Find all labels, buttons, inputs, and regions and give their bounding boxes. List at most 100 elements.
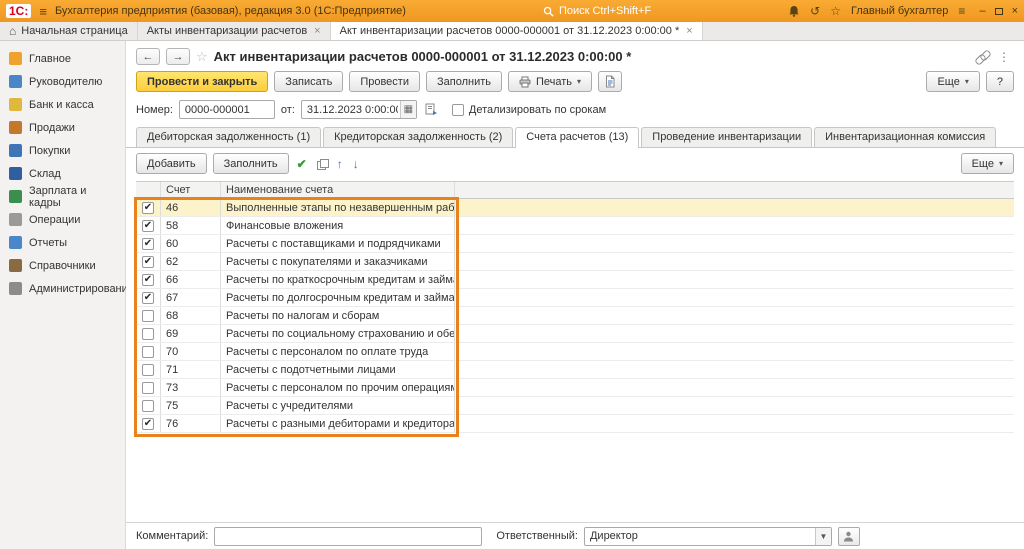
table-row[interactable]: 75 Расчеты с учредителями [136, 397, 1014, 415]
sidebar-item[interactable]: Отчеты [0, 231, 125, 254]
comment-input[interactable] [214, 527, 482, 546]
close-icon[interactable]: × [686, 25, 692, 37]
get-link-icon[interactable] [976, 51, 988, 63]
doc-tab[interactable]: Проведение инвентаризации [641, 127, 812, 147]
sidebar-item[interactable]: Покупки [0, 139, 125, 162]
more-button[interactable]: Еще ▾ [926, 71, 979, 92]
row-checkbox[interactable] [142, 382, 154, 394]
doc-tab[interactable]: Кредиторская задолженность (2) [323, 127, 513, 147]
tab-current-document[interactable]: Акт инвентаризации расчетов 0000-000001 … [331, 22, 703, 40]
sidebar-item[interactable]: Зарплата и кадры [0, 185, 125, 208]
close-icon[interactable]: × [1012, 5, 1018, 17]
favorites-star-icon[interactable]: ☆ [830, 5, 841, 17]
table-row[interactable]: 66 Расчеты по краткосрочным кредитам и з… [136, 271, 1014, 289]
row-checkbox[interactable] [142, 274, 154, 286]
row-checkbox[interactable] [142, 418, 154, 430]
global-search[interactable]: Поиск Ctrl+Shift+F [543, 5, 651, 17]
save-button[interactable]: Записать [274, 71, 343, 92]
table-row[interactable]: 58 Финансовые вложения [136, 217, 1014, 235]
row-checkbox[interactable] [142, 220, 154, 232]
row-checkbox[interactable] [142, 364, 154, 376]
uncheck-all-button[interactable] [315, 155, 329, 173]
sidebar-item[interactable]: Продажи [0, 116, 125, 139]
account-name: Расчеты по краткосрочным кредитам и займ… [221, 271, 455, 288]
related-documents-button[interactable] [423, 101, 440, 119]
number-input[interactable] [179, 100, 275, 119]
post-and-close-button[interactable]: Провести и закрыть [136, 71, 268, 92]
history-icon[interactable]: ↺ [810, 5, 820, 17]
row-checkbox[interactable] [142, 328, 154, 340]
check-all-icon: ✔ [297, 157, 307, 171]
sidebar-item[interactable]: Руководителю [0, 70, 125, 93]
doc-tab[interactable]: Дебиторская задолженность (1) [136, 127, 321, 147]
add-row-button[interactable]: Добавить [136, 153, 207, 174]
table-row[interactable]: 76 Расчеты с разными дебиторами и кредит… [136, 415, 1014, 433]
detailize-checkbox[interactable] [452, 104, 464, 116]
account-name: Выполненные этапы по незавершенным работ… [221, 199, 455, 216]
table-row[interactable]: 60 Расчеты с поставщиками и подрядчиками [136, 235, 1014, 253]
chevron-down-icon[interactable]: ▼ [815, 528, 831, 545]
operations-section-icon [9, 213, 22, 226]
tab-acts-list[interactable]: Акты инвентаризации расчетов × [138, 22, 331, 40]
row-checkbox[interactable] [142, 310, 154, 322]
home-section-icon [9, 52, 22, 65]
sidebar-item[interactable]: Склад [0, 162, 125, 185]
sidebar-item[interactable]: Администрирование [0, 277, 125, 300]
sidebar-item[interactable]: Банк и касса [0, 93, 125, 116]
responsible-input[interactable] [584, 527, 832, 546]
row-checkbox[interactable] [142, 400, 154, 412]
calendar-icon[interactable]: ▦ [400, 101, 416, 118]
table-row[interactable]: 46 Выполненные этапы по незавершенным ра… [136, 199, 1014, 217]
post-button[interactable]: Провести [349, 71, 420, 92]
printer-icon [519, 76, 531, 88]
row-checkbox[interactable] [142, 202, 154, 214]
row-checkbox[interactable] [142, 256, 154, 268]
move-down-button[interactable]: ↓ [351, 155, 361, 173]
row-checkbox[interactable] [142, 346, 154, 358]
attached-files-button[interactable] [598, 71, 622, 92]
row-checkbox[interactable] [142, 238, 154, 250]
table-more-button[interactable]: Еще ▾ [961, 153, 1014, 174]
table-row[interactable]: 71 Расчеты с подотчетными лицами [136, 361, 1014, 379]
table-row[interactable]: 73 Расчеты с персоналом по прочим операц… [136, 379, 1014, 397]
table-row[interactable]: 67 Расчеты по долгосрочным кредитам и за… [136, 289, 1014, 307]
table-row[interactable]: 68 Расчеты по налогам и сборам [136, 307, 1014, 325]
close-icon[interactable]: × [314, 25, 320, 37]
tab-home[interactable]: ⌂ Начальная страница [0, 22, 138, 40]
sidebar-item[interactable]: Главное [0, 47, 125, 70]
salary-section-icon [9, 190, 22, 203]
main-menu-icon[interactable]: ≡ [39, 4, 47, 19]
help-button[interactable]: ? [986, 71, 1014, 92]
fill-button[interactable]: Заполнить [426, 71, 502, 92]
sidebar-item-label: Продажи [29, 122, 75, 134]
favorite-star-icon[interactable]: ☆ [196, 49, 208, 65]
check-all-button[interactable]: ✔ [295, 155, 309, 173]
table-row[interactable]: 70 Расчеты с персоналом по оплате труда [136, 343, 1014, 361]
sidebar-item[interactable]: Справочники [0, 254, 125, 277]
back-button[interactable]: ← [136, 48, 160, 65]
forward-button[interactable]: → [166, 48, 190, 65]
current-user-label[interactable]: Главный бухгалтер [851, 5, 948, 17]
maximize-icon[interactable] [995, 8, 1003, 15]
sidebar-item[interactable]: Операции [0, 208, 125, 231]
table-row[interactable]: 69 Расчеты по социальному страхованию и … [136, 325, 1014, 343]
minimize-icon[interactable]: – [979, 5, 985, 17]
notifications-bell-icon[interactable] [788, 5, 800, 17]
doc-tab[interactable]: Счета расчетов (13) [515, 127, 639, 148]
more-vert-icon[interactable]: ⋮ [998, 50, 1010, 64]
table-row[interactable]: 62 Расчеты с покупателями и заказчиками [136, 253, 1014, 271]
sidebar-item-label: Администрирование [29, 283, 134, 295]
doc-tab-label: Инвентаризационная комиссия [825, 131, 985, 143]
service-menu-icon[interactable]: ≡ [958, 5, 965, 17]
doc-tab-label: Счета расчетов (13) [526, 131, 628, 143]
doc-tab[interactable]: Инвентаризационная комиссия [814, 127, 996, 147]
bank-section-icon [9, 98, 22, 111]
fill-table-button[interactable]: Заполнить [213, 153, 289, 174]
account-name: Расчеты с подотчетными лицами [221, 361, 455, 378]
move-up-button[interactable]: ↑ [335, 155, 345, 173]
reports-section-icon [9, 236, 22, 249]
open-responsible-button[interactable] [838, 527, 860, 546]
detailize-by-terms-option[interactable]: Детализировать по срокам [452, 104, 606, 116]
print-button[interactable]: Печать ▾ [508, 71, 592, 92]
row-checkbox[interactable] [142, 292, 154, 304]
